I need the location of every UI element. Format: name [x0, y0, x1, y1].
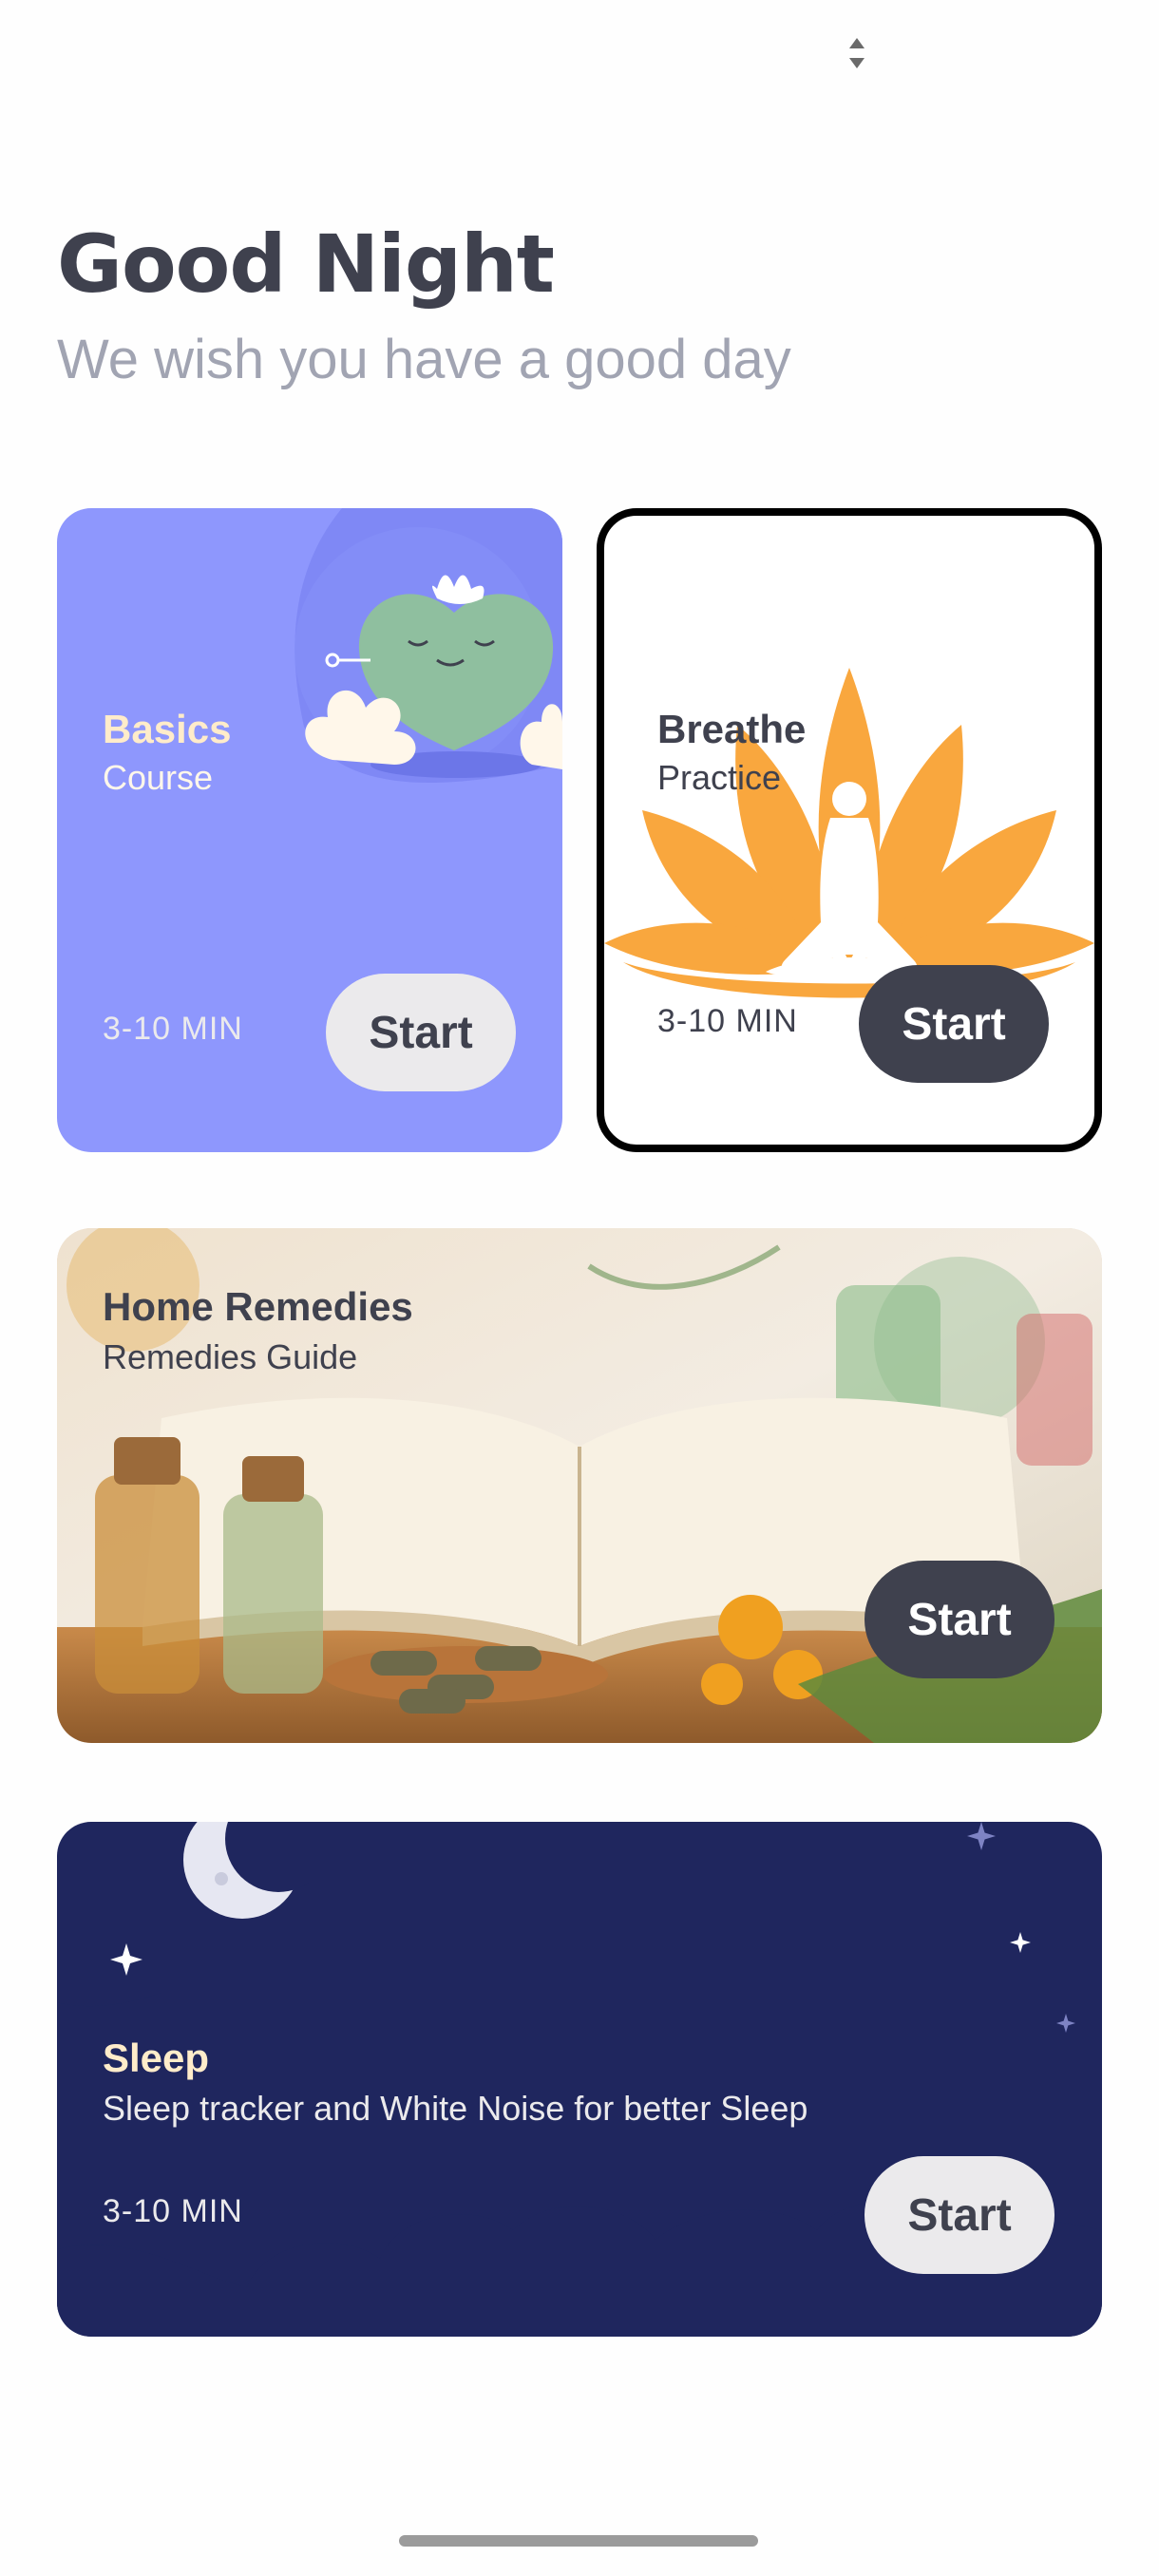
basics-title: Basics	[103, 707, 232, 751]
star-icon	[110, 1943, 142, 1976]
sleep-subtitle: Sleep tracker and White Noise for better…	[103, 2089, 808, 2128]
breathe-start-button[interactable]: Start	[859, 965, 1049, 1083]
sleep-card[interactable]: Sleep Sleep tracker and White Noise for …	[57, 1822, 1102, 2337]
breathe-duration: 3-10 MIN	[657, 1003, 798, 1039]
home-remedies-card[interactable]: Home Remedies Remedies Guide Start	[57, 1228, 1102, 1743]
sleep-title: Sleep	[103, 2036, 210, 2080]
star-icon	[967, 1822, 996, 1850]
home-remedies-start-button[interactable]: Start	[864, 1561, 1054, 1678]
basics-duration: 3-10 MIN	[103, 1011, 243, 1047]
sleep-duration: 3-10 MIN	[103, 2193, 243, 2229]
greeting-subtitle: We wish you have a good day	[57, 329, 791, 390]
sleep-start-button[interactable]: Start	[864, 2156, 1054, 2274]
moon-icon	[183, 1822, 309, 1919]
sort-arrows-icon	[849, 38, 864, 68]
greeting-title: Good Night	[57, 218, 555, 311]
breathe-title: Breathe	[657, 707, 807, 751]
basics-subtitle: Course	[103, 758, 214, 797]
home-remedies-subtitle: Remedies Guide	[103, 1337, 358, 1376]
breathe-card[interactable]: Breathe Practice 3-10 MIN Start	[597, 508, 1102, 1152]
home-remedies-title: Home Remedies	[103, 1284, 413, 1329]
home-indicator[interactable]	[399, 2535, 758, 2547]
breathe-subtitle: Practice	[657, 758, 782, 797]
basics-start-button[interactable]: Start	[326, 974, 516, 1091]
basics-card[interactable]: Basics Course 3-10 MIN Start	[57, 508, 562, 1152]
star-icon	[1056, 2014, 1075, 2033]
star-icon	[1010, 1932, 1031, 1953]
